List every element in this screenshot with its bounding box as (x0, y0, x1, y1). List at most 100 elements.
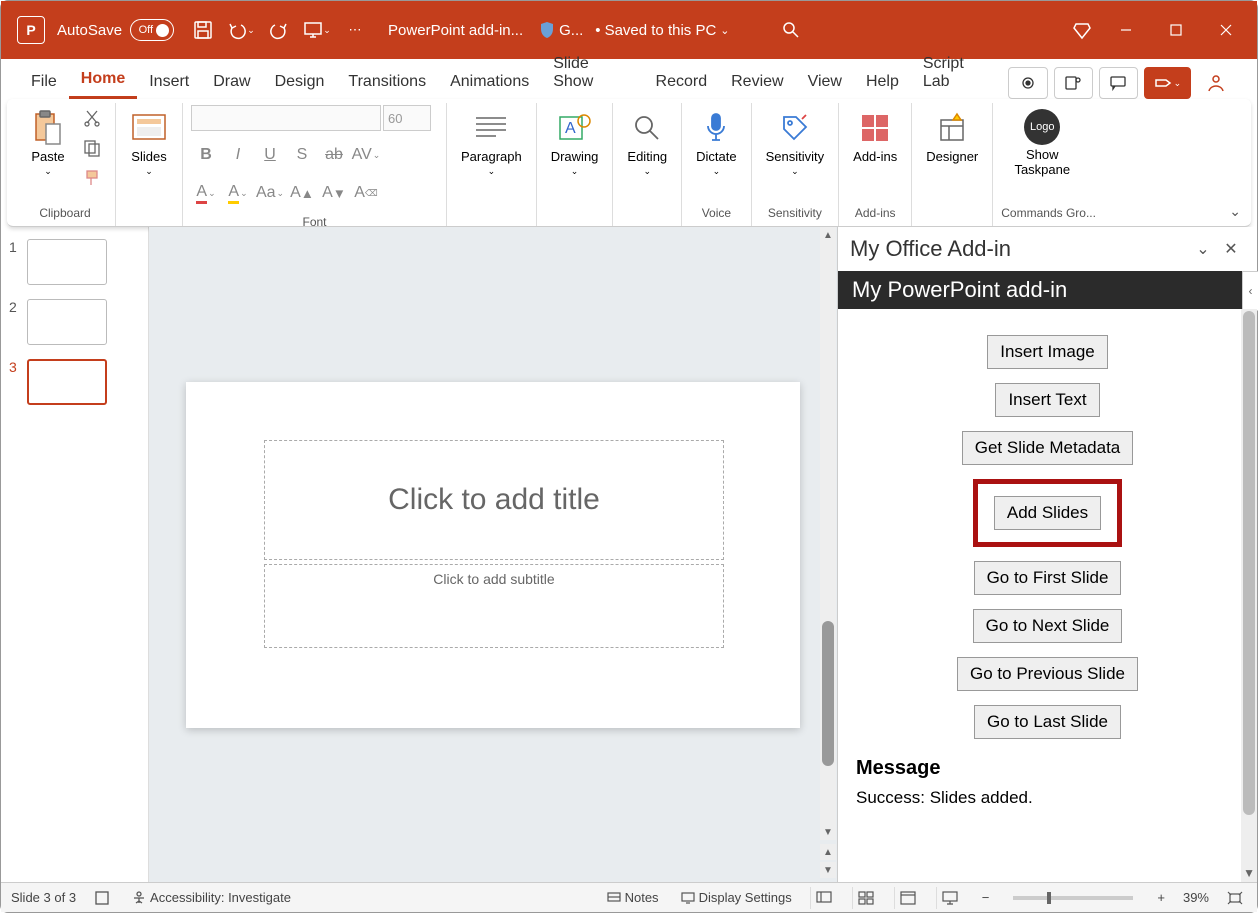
zoom-out-button[interactable]: − (978, 890, 994, 905)
change-case-button[interactable]: Aa (255, 179, 285, 207)
tab-transitions[interactable]: Transitions (336, 65, 438, 99)
zoom-slider[interactable] (1013, 896, 1133, 900)
shrink-font-button[interactable]: A▼ (319, 179, 349, 207)
slides-button[interactable]: Slides ⌄ (124, 105, 174, 181)
sorter-view-icon[interactable] (852, 887, 880, 909)
normal-view-icon[interactable] (810, 887, 838, 909)
reading-view-icon[interactable] (894, 887, 922, 909)
dictate-button[interactable]: Dictate⌄ (690, 105, 742, 181)
cut-icon[interactable] (77, 105, 107, 131)
scroll-thumb[interactable] (1243, 311, 1255, 815)
close-button[interactable] (1203, 7, 1249, 53)
goto-next-button[interactable]: Go to Next Slide (973, 609, 1123, 643)
scroll-up-icon[interactable]: ▲ (820, 227, 836, 243)
minimize-button[interactable] (1103, 7, 1149, 53)
tab-record[interactable]: Record (644, 65, 720, 99)
font-color-button[interactable]: A (191, 179, 221, 207)
zoom-in-button[interactable]: + (1153, 890, 1169, 905)
toggle-switch[interactable]: Off (130, 19, 174, 41)
taskpane-more-icon[interactable]: ▼ (1243, 866, 1255, 880)
slide-thumb-3[interactable] (27, 359, 107, 405)
tab-view[interactable]: View (796, 65, 854, 99)
share-button[interactable]: ⌄ (1144, 67, 1191, 99)
account-button[interactable] (1197, 67, 1236, 99)
designer-button[interactable]: Designer (920, 105, 984, 168)
undo-icon[interactable]: ⌄ (224, 13, 258, 47)
tab-animations[interactable]: Animations (438, 65, 541, 99)
scroll-track[interactable] (820, 243, 836, 824)
insert-text-button[interactable]: Insert Text (995, 383, 1099, 417)
taskpane-menu-icon[interactable]: ⌄ (1189, 235, 1217, 263)
insert-image-button[interactable]: Insert Image (987, 335, 1108, 369)
taskpane-scrollbar[interactable] (1241, 309, 1257, 882)
tab-review[interactable]: Review (719, 65, 795, 99)
redo-icon[interactable] (262, 13, 296, 47)
format-painter-icon[interactable] (77, 165, 107, 191)
strikethrough-button[interactable]: ab (319, 141, 349, 169)
qat-more-icon[interactable]: ⋯ (338, 13, 372, 47)
spellcheck-icon[interactable] (90, 890, 114, 906)
zoom-slider-thumb[interactable] (1047, 892, 1051, 904)
paragraph-button[interactable]: Paragraph⌄ (455, 105, 528, 181)
font-size-combo[interactable]: 60 (383, 105, 431, 131)
vertical-scrollbar[interactable]: ▲ ▼ ▲ ▼ (819, 227, 837, 882)
paste-button[interactable]: Paste ⌄ (23, 105, 73, 181)
add-slides-button[interactable]: Add Slides (994, 496, 1101, 530)
maximize-button[interactable] (1153, 7, 1199, 53)
comments-button[interactable] (1099, 67, 1138, 99)
goto-first-button[interactable]: Go to First Slide (974, 561, 1122, 595)
scroll-thumb[interactable] (822, 621, 834, 766)
bold-button[interactable]: B (191, 141, 221, 169)
tab-scriptlab[interactable]: Script Lab (911, 47, 1005, 99)
font-name-combo[interactable] (191, 105, 381, 131)
goto-prev-button[interactable]: Go to Previous Slide (957, 657, 1138, 691)
slide-thumb-2[interactable] (27, 299, 107, 345)
grow-font-button[interactable]: A▲ (287, 179, 317, 207)
slideshow-view-icon[interactable] (936, 887, 964, 909)
save-icon[interactable] (186, 13, 220, 47)
tab-design[interactable]: Design (263, 65, 337, 99)
prev-slide-icon[interactable]: ▲ (820, 844, 836, 860)
fit-window-icon[interactable] (1223, 891, 1247, 905)
zoom-level[interactable]: 39% (1183, 890, 1209, 905)
autosave-toggle[interactable]: AutoSave Off (57, 19, 174, 41)
next-slide-icon[interactable]: ▼ (820, 862, 836, 878)
subtitle-placeholder[interactable]: Click to add subtitle (264, 564, 724, 648)
camera-button[interactable] (1008, 67, 1047, 99)
get-metadata-button[interactable]: Get Slide Metadata (962, 431, 1134, 465)
tab-file[interactable]: File (19, 65, 69, 99)
char-spacing-button[interactable]: AV (351, 141, 381, 169)
taskpane-close-icon[interactable]: ✕ (1217, 235, 1245, 263)
addins-button[interactable]: Add-ins (847, 105, 903, 168)
present-icon[interactable]: ⌄ (300, 13, 334, 47)
slide-position[interactable]: Slide 3 of 3 (11, 890, 76, 905)
clear-format-button[interactable]: A⌫ (351, 179, 381, 207)
shadow-button[interactable]: S (287, 141, 317, 169)
sensitivity-indicator[interactable]: G... (539, 21, 583, 39)
tab-insert[interactable]: Insert (137, 65, 201, 99)
tab-home[interactable]: Home (69, 62, 137, 99)
diamond-icon[interactable] (1065, 13, 1099, 47)
highlight-button[interactable]: A (223, 179, 253, 207)
teams-button[interactable] (1054, 67, 1093, 99)
title-placeholder[interactable]: Click to add title (264, 440, 724, 560)
search-icon[interactable] (774, 13, 808, 47)
editing-button[interactable]: Editing⌄ (621, 105, 673, 181)
display-settings-button[interactable]: Display Settings (677, 890, 796, 905)
show-taskpane-button[interactable]: LogoShow Taskpane (1001, 105, 1083, 181)
copy-icon[interactable] (77, 135, 107, 161)
tab-help[interactable]: Help (854, 65, 911, 99)
tab-draw[interactable]: Draw (201, 65, 262, 99)
scroll-down-icon[interactable]: ▼ (820, 824, 836, 840)
slide-thumb-1[interactable] (27, 239, 107, 285)
tab-slideshow[interactable]: Slide Show (541, 47, 643, 99)
notes-button[interactable]: Notes (603, 890, 663, 905)
underline-button[interactable]: U (255, 141, 285, 169)
goto-last-button[interactable]: Go to Last Slide (974, 705, 1121, 739)
taskpane-collapse-icon[interactable]: ‹ (1242, 271, 1258, 311)
save-status[interactable]: • Saved to this PC ⌄ (595, 22, 729, 39)
drawing-button[interactable]: ADrawing⌄ (545, 105, 605, 181)
sensitivity-button[interactable]: Sensitivity⌄ (760, 105, 831, 181)
accessibility-button[interactable]: Accessibility: Investigate (128, 890, 295, 905)
italic-button[interactable]: I (223, 141, 253, 169)
